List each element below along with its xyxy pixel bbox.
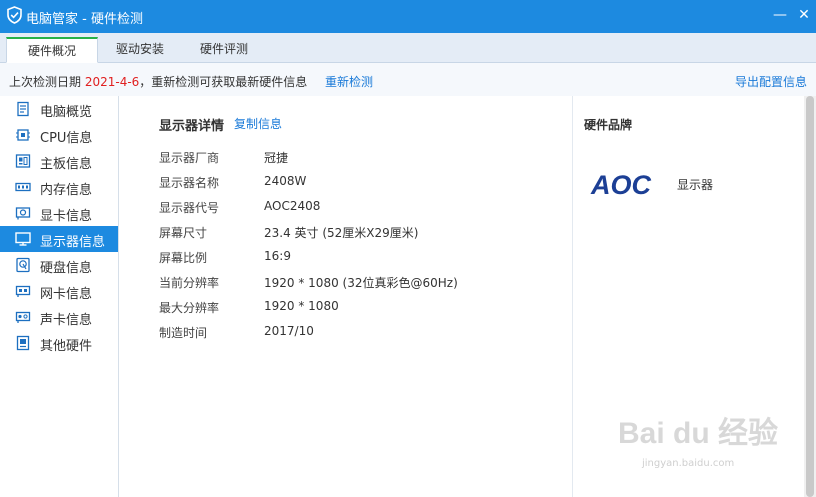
sidebar-item-cpu[interactable]: CPU信息 <box>0 122 118 148</box>
detail-row-name: 显示器名称 2408W <box>159 174 559 194</box>
sidebar-item-overview[interactable]: 电脑概览 <box>0 96 118 122</box>
sidebar-item-label: 内存信息 <box>40 183 93 198</box>
svg-text:AOC: AOC <box>590 170 652 200</box>
sidebar: 电脑概览 CPU信息 主板信息 内存信息 显卡信息 显示器信息 硬盘信息 网卡信… <box>0 96 119 497</box>
memory-icon <box>15 182 31 192</box>
scrollbar-thumb[interactable] <box>806 96 814 497</box>
other-hardware-icon <box>16 335 30 351</box>
detail-row-size: 屏幕尺寸 23.4 英寸 (52厘米X29厘米) <box>159 224 559 244</box>
detail-row-ratio: 屏幕比例 16:9 <box>159 249 559 269</box>
last-check-date: 2021-4-6 <box>84 75 140 89</box>
details-title: 显示器详情 <box>159 119 225 134</box>
detail-value: AOC2408 <box>264 199 321 213</box>
cpu-icon <box>16 129 30 141</box>
sidebar-item-label: 显卡信息 <box>40 209 93 224</box>
last-check-info: 上次检测日期 2021-4-6，重新检测可获取最新硬件信息 <box>9 73 307 90</box>
monitor-icon <box>15 232 31 246</box>
baidu-watermark: Bai du 经验 jingyan.baidu.com <box>618 408 778 478</box>
shield-check-icon <box>7 6 22 24</box>
watermark-text: Bai du 经验 <box>618 417 779 450</box>
sidebar-item-monitor[interactable]: 显示器信息 <box>0 226 118 252</box>
detail-key: 制造时间 <box>159 326 208 340</box>
info-bar: 上次检测日期 2021-4-6，重新检测可获取最新硬件信息 重新检测 导出配置信… <box>0 63 816 96</box>
last-check-suffix: ，重新检测可获取最新硬件信息 <box>139 75 308 89</box>
detail-row-max-resolution: 最大分辨率 1920 * 1080 <box>159 299 559 319</box>
sidebar-item-network-card[interactable]: 网卡信息 <box>0 278 118 304</box>
tab-bar: 硬件概况 驱动安装 硬件评测 <box>0 33 816 63</box>
sidebar-item-label: 显示器信息 <box>40 235 106 250</box>
sidebar-item-disk[interactable]: 硬盘信息 <box>0 252 118 278</box>
scrollbar[interactable] <box>804 96 816 497</box>
window-title: 电脑管家 - 硬件检测 <box>26 12 143 27</box>
monitor-details-panel: 显示器详情 复制信息 显示器厂商 冠捷 显示器名称 2408W 显示器代号 AO… <box>120 96 572 497</box>
detail-value: 2017/10 <box>264 324 314 338</box>
export-config-link[interactable]: 导出配置信息 <box>735 73 807 90</box>
sidebar-item-label: CPU信息 <box>40 131 93 146</box>
motherboard-icon <box>15 154 31 168</box>
detail-key: 显示器厂商 <box>159 151 220 165</box>
last-check-prefix: 上次检测日期 <box>9 75 85 89</box>
copy-info-link[interactable]: 复制信息 <box>234 115 282 132</box>
detail-key: 显示器名称 <box>159 176 220 190</box>
overview-icon <box>17 101 29 117</box>
sidebar-item-label: 声卡信息 <box>40 313 93 328</box>
sidebar-item-other-hardware[interactable]: 其他硬件 <box>0 330 118 356</box>
tab-hardware-overview[interactable]: 硬件概况 <box>6 37 98 63</box>
network-card-icon <box>15 285 31 297</box>
detail-key: 最大分辨率 <box>159 301 220 315</box>
sidebar-item-motherboard[interactable]: 主板信息 <box>0 148 118 174</box>
detail-row-vendor: 显示器厂商 冠捷 <box>159 149 559 169</box>
sidebar-item-label: 硬盘信息 <box>40 261 93 276</box>
recheck-link[interactable]: 重新检测 <box>325 73 373 90</box>
brand-device-type: 显示器 <box>677 178 714 192</box>
detail-row-current-resolution: 当前分辨率 1920 * 1080 (32位真彩色@60Hz) <box>159 274 559 294</box>
graphics-card-icon <box>15 207 31 220</box>
close-icon[interactable]: ✕ <box>794 5 814 25</box>
minimize-icon[interactable]: — <box>770 5 790 25</box>
watermark-url: jingyan.baidu.com <box>642 458 735 469</box>
detail-key: 显示器代号 <box>159 201 220 215</box>
disk-icon <box>16 257 30 273</box>
sidebar-item-label: 主板信息 <box>40 157 93 172</box>
sidebar-item-memory[interactable]: 内存信息 <box>0 174 118 200</box>
detail-row-manufacture-date: 制造时间 2017/10 <box>159 324 559 344</box>
detail-value: 1920 * 1080 <box>264 299 339 313</box>
sidebar-item-sound-card[interactable]: 声卡信息 <box>0 304 118 330</box>
tab-driver-install[interactable]: 驱动安装 <box>98 37 182 63</box>
detail-value: 冠捷 <box>264 151 289 165</box>
detail-key: 当前分辨率 <box>159 276 220 290</box>
detail-key: 屏幕比例 <box>159 251 208 265</box>
sound-card-icon <box>15 311 31 323</box>
brand-logo: AOC <box>583 149 659 223</box>
detail-value: 23.4 英寸 (52厘米X29厘米) <box>264 226 419 240</box>
aoc-logo: AOC <box>590 170 652 200</box>
detail-value: 1920 * 1080 (32位真彩色@60Hz) <box>264 276 458 290</box>
detail-value: 2408W <box>264 174 307 188</box>
detail-value: 16:9 <box>264 249 291 263</box>
tab-hardware-benchmark[interactable]: 硬件评测 <box>182 37 266 63</box>
sidebar-item-label: 网卡信息 <box>40 287 93 302</box>
sidebar-item-label: 电脑概览 <box>40 105 93 120</box>
detail-row-code: 显示器代号 AOC2408 <box>159 199 559 219</box>
brand-title: 硬件品牌 <box>584 118 633 132</box>
sidebar-item-label: 其他硬件 <box>40 339 93 354</box>
sidebar-item-graphics-card[interactable]: 显卡信息 <box>0 200 118 226</box>
title-bar: 电脑管家 - 硬件检测 — ✕ <box>0 0 816 33</box>
detail-key: 屏幕尺寸 <box>159 226 208 240</box>
